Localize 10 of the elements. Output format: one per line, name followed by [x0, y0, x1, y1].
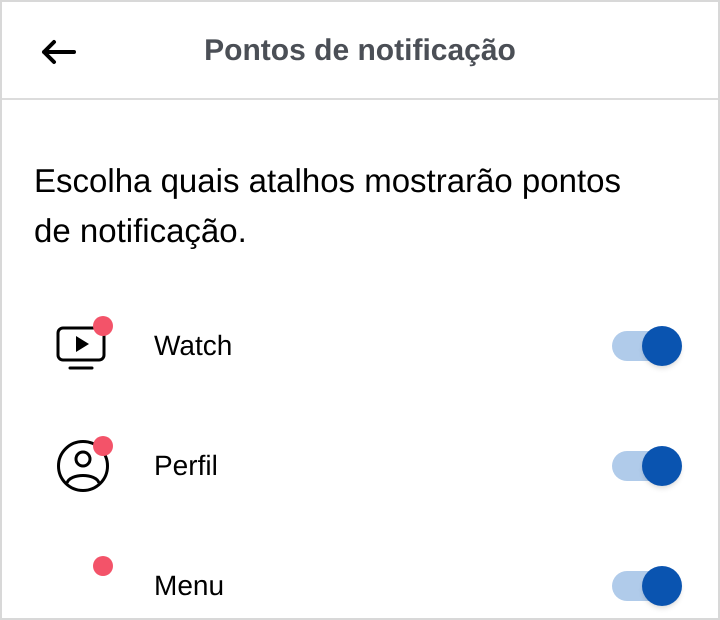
toggle-switch[interactable]: [610, 564, 684, 608]
item-label: Perfil: [154, 449, 219, 483]
page-title: Pontos de notificação: [204, 32, 516, 68]
profile-icon: [56, 439, 110, 493]
toggle-switch[interactable]: [610, 324, 684, 368]
item-label: Menu: [154, 569, 226, 603]
item-label: Watch: [154, 329, 234, 363]
back-arrow-icon: [40, 39, 76, 65]
description-text: Escolha quais atalhos mostrarão pontos de notificação.: [34, 161, 622, 251]
toggle-switch[interactable]: [610, 444, 684, 488]
